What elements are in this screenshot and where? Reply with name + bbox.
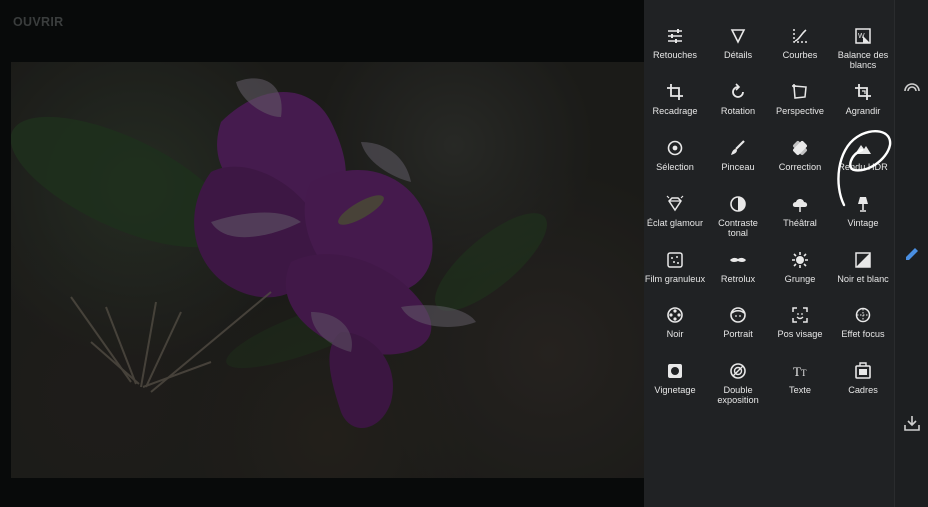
tool-double-exposure[interactable]: Double exposition	[707, 361, 769, 413]
target-icon	[665, 138, 685, 158]
tool-label: Retouches	[653, 50, 697, 60]
tool-mountain[interactable]: Rendu HDR	[832, 138, 894, 190]
crop-icon	[665, 82, 685, 102]
focus-icon	[853, 305, 873, 325]
tool-label: Balance des blancs	[837, 50, 889, 70]
film-reel-icon	[665, 305, 685, 325]
tool-label: Sélection	[656, 162, 694, 172]
tool-label: Vignetage	[654, 385, 696, 395]
tool-bw[interactable]: Noir et blanc	[832, 250, 894, 302]
tool-text[interactable]: T T Texte	[769, 361, 831, 413]
tool-label: Double exposition	[717, 385, 759, 405]
tool-expand[interactable]: Agrandir	[832, 82, 894, 134]
tool-label: Théâtral	[783, 218, 817, 228]
tool-label: Courbes	[782, 50, 818, 60]
brush-icon	[728, 138, 748, 158]
tool-white-balance[interactable]: W Balance des blancs	[832, 26, 894, 78]
tool-label: Détails	[723, 50, 753, 60]
tool-label: Rendu HDR	[838, 162, 888, 172]
tool-bandage[interactable]: Correction	[769, 138, 831, 190]
tool-label: Contraste tonal	[718, 218, 758, 238]
tool-label: Éclat glamour	[646, 218, 704, 228]
white-balance-icon: W	[853, 26, 873, 46]
open-button[interactable]: OUVRIR	[13, 15, 63, 29]
tool-film-reel[interactable]: Noir	[644, 305, 706, 357]
perspective-icon	[790, 82, 810, 102]
tool-label: Pos visage	[777, 329, 823, 339]
face-icon	[728, 305, 748, 325]
grunge-icon	[790, 250, 810, 270]
tool-label: Effet focus	[841, 329, 885, 339]
tool-face[interactable]: Portrait	[707, 305, 769, 357]
rotate-icon	[728, 82, 748, 102]
export-icon[interactable]	[902, 413, 922, 433]
grain-icon	[665, 250, 685, 270]
tool-label: Cadres	[848, 385, 878, 395]
mustache-icon	[728, 250, 748, 270]
bandage-icon	[790, 138, 810, 158]
tool-vignette[interactable]: Vignetage	[644, 361, 706, 413]
curves-icon	[790, 26, 810, 46]
tool-label: Correction	[778, 162, 822, 172]
photo-preview[interactable]	[11, 62, 644, 478]
tool-label: Pinceau	[721, 162, 755, 172]
tool-brush[interactable]: Pinceau	[707, 138, 769, 190]
triangle-icon	[728, 26, 748, 46]
sliders-icon	[665, 26, 685, 46]
tool-label: Texte	[789, 385, 811, 395]
face-focus-icon	[790, 305, 810, 325]
tool-label: Grunge	[784, 274, 816, 284]
tools-panel: Retouches Détails Courbes W Balance des blan…	[644, 0, 894, 507]
tool-grain[interactable]: Film granuleux	[644, 250, 706, 302]
tool-label: Portrait	[723, 329, 753, 339]
styles-icon[interactable]	[902, 78, 922, 98]
tool-rotate[interactable]: Rotation	[707, 82, 769, 134]
tool-cloud[interactable]: Théâtral	[769, 194, 831, 246]
tool-label: Noir	[666, 329, 684, 339]
frame-icon	[853, 361, 873, 381]
mountain-icon	[853, 138, 873, 158]
right-rail	[894, 0, 928, 507]
bw-icon	[853, 250, 873, 270]
contrast-icon	[728, 194, 748, 214]
tool-label: Vintage	[847, 218, 879, 228]
tool-grunge[interactable]: Grunge	[769, 250, 831, 302]
tool-triangle[interactable]: Détails	[707, 26, 769, 78]
tool-contrast[interactable]: Contraste tonal	[707, 194, 769, 246]
tool-perspective[interactable]: Perspective	[769, 82, 831, 134]
tool-target[interactable]: Sélection	[644, 138, 706, 190]
tool-label: Agrandir	[845, 106, 881, 116]
edit-pencil-icon[interactable]	[902, 244, 922, 264]
vignette-icon	[665, 361, 685, 381]
tool-label: Noir et blanc	[837, 274, 889, 284]
tool-label: Perspective	[775, 106, 824, 116]
tool-label: Film granuleux	[644, 274, 706, 284]
lamp-icon	[853, 194, 873, 214]
diamond-icon	[665, 194, 685, 214]
expand-icon	[853, 82, 873, 102]
tool-frame[interactable]: Cadres	[832, 361, 894, 413]
tool-diamond[interactable]: Éclat glamour	[644, 194, 706, 246]
svg-text:T: T	[801, 368, 807, 378]
text-icon: TT	[790, 361, 810, 381]
tool-mustache[interactable]: Retrolux	[707, 250, 769, 302]
tool-crop[interactable]: Recadrage	[644, 82, 706, 134]
cloud-icon	[790, 194, 810, 214]
tool-label: Recadrage	[652, 106, 698, 116]
photo-canvas-area: OUVRIR	[0, 0, 644, 507]
tool-curves[interactable]: Courbes	[769, 26, 831, 78]
tool-lamp[interactable]: Vintage	[832, 194, 894, 246]
tool-face-focus[interactable]: Pos visage	[769, 305, 831, 357]
tool-label: Retrolux	[720, 274, 756, 284]
tool-focus[interactable]: Effet focus	[832, 305, 894, 357]
tool-label: Rotation	[720, 106, 756, 116]
tool-sliders[interactable]: Retouches	[644, 26, 706, 78]
double-exposure-icon	[728, 361, 748, 381]
svg-text:T: T	[793, 364, 801, 379]
